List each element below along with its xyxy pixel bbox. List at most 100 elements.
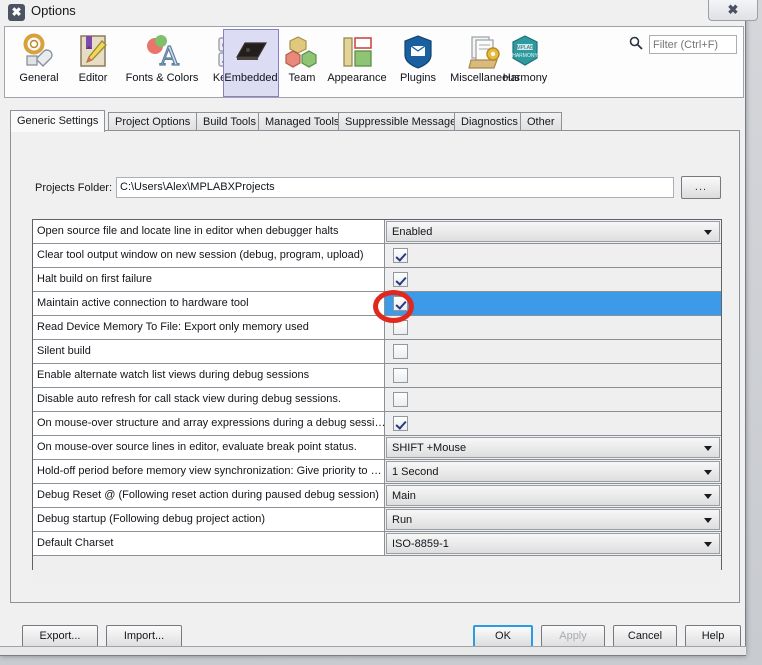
- setting-label: Clear tool output window on new session …: [33, 244, 385, 267]
- setting-value[interactable]: [385, 316, 721, 339]
- setting-label: Debug Reset @ (Following reset action du…: [33, 484, 385, 507]
- cancel-button[interactable]: Cancel: [613, 625, 677, 648]
- table-row[interactable]: Maintain active connection to hardware t…: [33, 292, 721, 316]
- setting-value[interactable]: [385, 268, 721, 291]
- table-row-empty: [33, 556, 721, 583]
- tab-managed-tools[interactable]: Managed Tools: [258, 112, 346, 131]
- close-icon[interactable]: ✖: [708, 0, 758, 21]
- category-team[interactable]: Team: [281, 29, 323, 97]
- checkbox-maintain-active-connection[interactable]: [393, 296, 408, 311]
- harmony-hex-icon: MPLAB HARMONY: [507, 33, 543, 71]
- setting-label: Read Device Memory To File: Export only …: [33, 316, 385, 339]
- table-row[interactable]: Disable auto refresh for call stack view…: [33, 388, 721, 412]
- plugin-box-icon: [400, 33, 436, 71]
- checkbox-halt-build-first-failure[interactable]: [393, 272, 408, 287]
- setting-value[interactable]: SHIFT +Mouse: [385, 436, 721, 459]
- category-label: Fonts & Colors: [126, 72, 199, 84]
- category-label: General: [19, 72, 58, 84]
- checkbox-silent-build[interactable]: [393, 344, 408, 359]
- setting-value[interactable]: [385, 244, 721, 267]
- combo-default-charset[interactable]: ISO-8859-1: [386, 533, 720, 554]
- table-row[interactable]: Open source file and locate line in edit…: [33, 220, 721, 244]
- checkbox-clear-tool-output[interactable]: [393, 248, 408, 263]
- projects-folder-label: Projects Folder:: [35, 182, 112, 194]
- table-row[interactable]: Read Device Memory To File: Export only …: [33, 316, 721, 340]
- category-harmony[interactable]: MPLAB HARMONY Harmony: [497, 29, 553, 97]
- checkbox-mouse-over-structure[interactable]: [393, 416, 408, 431]
- svg-text:HARMONY: HARMONY: [512, 53, 538, 59]
- combo-value: ISO-8859-1: [392, 538, 449, 550]
- export-button[interactable]: Export...: [22, 625, 98, 648]
- setting-value[interactable]: [385, 340, 721, 363]
- setting-label: On mouse-over source lines in editor, ev…: [33, 436, 385, 459]
- chevron-down-icon: [704, 470, 712, 475]
- combo-value: SHIFT +Mouse: [392, 442, 466, 454]
- projects-folder-input[interactable]: C:\Users\Alex\MPLABXProjects: [116, 177, 674, 198]
- table-row[interactable]: Halt build on first failure: [33, 268, 721, 292]
- chevron-down-icon: [704, 542, 712, 547]
- chevron-down-icon: [704, 446, 712, 451]
- setting-label: On mouse-over structure and array expres…: [33, 412, 385, 435]
- apply-button[interactable]: Apply: [541, 625, 605, 648]
- category-plugins[interactable]: Plugins: [393, 29, 443, 97]
- category-label: Editor: [79, 72, 108, 84]
- status-bar: [0, 646, 746, 655]
- help-button[interactable]: Help: [685, 625, 741, 648]
- table-row[interactable]: Hold-off period before memory view synch…: [33, 460, 721, 484]
- generic-settings-panel: Projects Folder: C:\Users\Alex\MPLABXPro…: [10, 130, 740, 603]
- tab-strip: Generic Settings Project Options Build T…: [10, 110, 740, 131]
- category-label: Harmony: [503, 72, 548, 84]
- combo-debug-reset[interactable]: Main: [386, 485, 720, 506]
- chevron-down-icon: [704, 518, 712, 523]
- tab-suppressible-messages[interactable]: Suppressible Messages: [338, 112, 469, 131]
- category-editor[interactable]: Editor: [69, 29, 117, 97]
- category-label: Appearance: [327, 72, 386, 84]
- checkbox-disable-auto-refresh[interactable]: [393, 392, 408, 407]
- table-row[interactable]: Enable alternate watch list views during…: [33, 364, 721, 388]
- combo-mouse-over-breakpoint[interactable]: SHIFT +Mouse: [386, 437, 720, 458]
- filter-input[interactable]: [649, 35, 737, 54]
- tab-other[interactable]: Other: [520, 112, 562, 131]
- combo-hold-off-period[interactable]: 1 Second: [386, 461, 720, 482]
- ok-button[interactable]: OK: [473, 625, 533, 648]
- category-appearance[interactable]: Appearance: [321, 29, 393, 97]
- window-title: Options: [31, 3, 76, 18]
- setting-value[interactable]: [385, 412, 721, 435]
- setting-label: Enable alternate watch list views during…: [33, 364, 385, 387]
- setting-value[interactable]: [385, 388, 721, 411]
- setting-value[interactable]: ISO-8859-1: [385, 532, 721, 555]
- table-row[interactable]: On mouse-over structure and array expres…: [33, 412, 721, 436]
- cubes-icon: [284, 33, 320, 71]
- table-row[interactable]: Clear tool output window on new session …: [33, 244, 721, 268]
- table-row[interactable]: Debug startup (Following debug project a…: [33, 508, 721, 532]
- combo-debug-startup[interactable]: Run: [386, 509, 720, 530]
- setting-value[interactable]: [385, 364, 721, 387]
- combo-value: Run: [392, 514, 412, 526]
- tab-project-options[interactable]: Project Options: [108, 112, 197, 131]
- setting-label: Hold-off period before memory view synch…: [33, 460, 385, 483]
- setting-value[interactable]: Run: [385, 508, 721, 531]
- setting-value[interactable]: 1 Second: [385, 460, 721, 483]
- table-row[interactable]: Silent build: [33, 340, 721, 364]
- import-button[interactable]: Import...: [106, 625, 182, 648]
- checkbox-read-device-memory[interactable]: [393, 320, 408, 335]
- category-general[interactable]: General: [11, 29, 67, 97]
- table-row[interactable]: Debug Reset @ (Following reset action du…: [33, 484, 721, 508]
- category-label: Team: [289, 72, 316, 84]
- combo-value: Enabled: [392, 226, 432, 238]
- setting-value[interactable]: [385, 292, 721, 315]
- table-row[interactable]: Default Charset ISO-8859-1: [33, 532, 721, 556]
- table-row[interactable]: On mouse-over source lines in editor, ev…: [33, 436, 721, 460]
- category-fonts-colors[interactable]: A Fonts & Colors: [119, 29, 205, 97]
- projects-folder-browse-button[interactable]: ...: [681, 176, 721, 199]
- category-embedded[interactable]: Embedded: [223, 29, 279, 97]
- tab-generic-settings[interactable]: Generic Settings: [10, 110, 105, 132]
- tab-build-tools[interactable]: Build Tools: [196, 112, 263, 131]
- setting-label: Disable auto refresh for call stack view…: [33, 388, 385, 411]
- setting-value[interactable]: Main: [385, 484, 721, 507]
- setting-value[interactable]: Enabled: [385, 220, 721, 243]
- checkbox-alternate-watch-list[interactable]: [393, 368, 408, 383]
- combo-open-source-file[interactable]: Enabled: [386, 221, 720, 242]
- chevron-down-icon: [704, 494, 712, 499]
- tab-diagnostics[interactable]: Diagnostics: [454, 112, 525, 131]
